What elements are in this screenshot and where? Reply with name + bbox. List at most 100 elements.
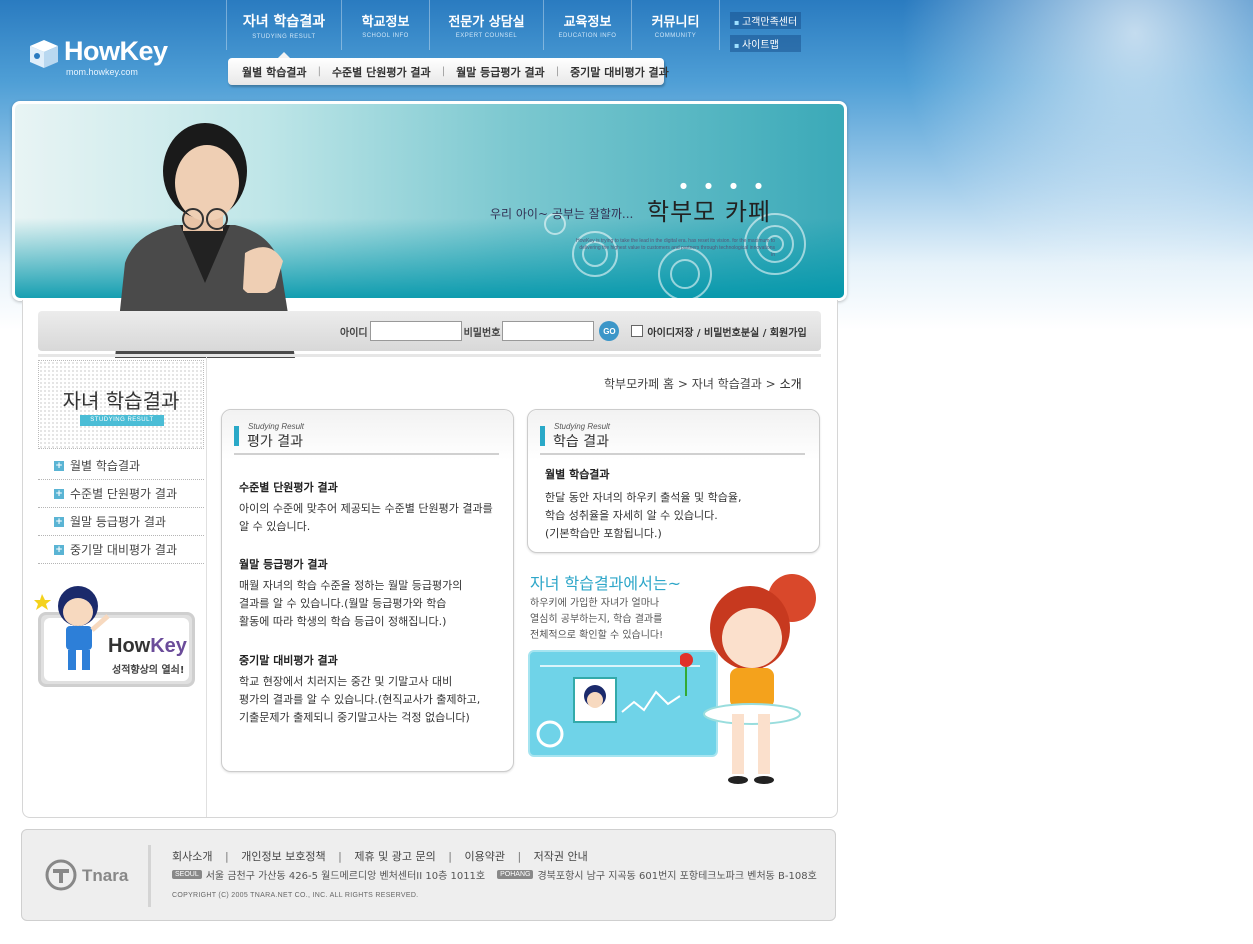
nav-school-info[interactable]: 학교정보 SCHOOL INFO xyxy=(342,0,430,50)
logo-text: HowKey xyxy=(64,36,168,66)
howkey-logo[interactable]: HowKey mom.howkey.com xyxy=(26,36,168,82)
nav-education-info[interactable]: 교육정보 EDUCATION INFO xyxy=(544,0,632,50)
card-accent-bar xyxy=(540,426,545,446)
breadcrumb-separator: > xyxy=(677,377,688,391)
section-body: 학교 현장에서 치러지는 중간 및 기말고사 대비 평가의 결과를 알 수 있습… xyxy=(239,673,480,727)
sidebar-item-grade-result[interactable]: + 월말 등급평가 결과 xyxy=(38,508,204,536)
nav-studying-result[interactable]: 자녀 학습결과 STUDYING RESULT xyxy=(226,0,342,58)
id-label: 아이디 xyxy=(340,327,368,339)
study-result-card: Studying Result 학습 결과 월별 학습결과 한달 동안 자녀의 … xyxy=(527,409,820,553)
footer-link-copyright[interactable]: 저작권 안내 xyxy=(534,850,588,863)
tnara-t-icon xyxy=(45,859,77,891)
footer-separator: | xyxy=(338,850,342,863)
section-body: 한달 동안 자녀의 하우키 출석율 및 학습율, 학습 성취율을 자세히 알 수… xyxy=(545,489,742,543)
sidebar-subtitle: STUDYING RESULT xyxy=(80,415,164,426)
password-input[interactable] xyxy=(502,321,595,341)
nav-label: 커뮤니티 xyxy=(651,15,700,30)
breadcrumb-section[interactable]: 자녀 학습결과 xyxy=(692,377,762,391)
footer: Tnara 회사소개 | 개인정보 보호정책 | 제휴 및 광고 문의 | 이용… xyxy=(21,829,836,921)
promo-line: 전체적으로 확인할 수 있습니다! xyxy=(530,630,664,641)
login-bar: 아이디 비밀번호 GO 아이디저장 / 비밀번호분실 / 회원가입 xyxy=(38,311,821,351)
brand-key: Key xyxy=(150,635,187,657)
banner-title: 학부모 카페 xyxy=(647,198,772,226)
footer-link-terms[interactable]: 이용약관 xyxy=(464,850,504,863)
sidebar-menu: + 월별 학습결과 + 수준별 단원평가 결과 + 월말 등급평가 결과 + 중… xyxy=(38,452,204,564)
body-line: 결과를 알 수 있습니다.(월말 등급평가와 학습 xyxy=(239,597,447,610)
utility-links: 고객만족센터 사이트맵 xyxy=(730,12,802,58)
submenu-monthly-result[interactable]: 월별 학습결과 xyxy=(242,64,307,80)
pohang-tag: POHANG xyxy=(497,870,534,879)
pohang-address: 경북포항시 남구 지곡동 601번지 포항테크노파크 벤처동 B-108호 xyxy=(537,871,817,882)
promo-line: 열심히 공부하는지, 학습 결과를 xyxy=(530,614,663,625)
footer-divider xyxy=(148,845,151,907)
sidebar-item-label: 중기말 대비평가 결과 xyxy=(70,543,177,557)
section-heading: 월말 등급평가 결과 xyxy=(239,558,328,571)
tnara-logo-text: Tnara xyxy=(82,866,129,885)
footer-link-about[interactable]: 회사소개 xyxy=(172,850,212,863)
plus-icon: + xyxy=(54,544,64,555)
nav-community[interactable]: 커뮤니티 COMMUNITY xyxy=(632,0,720,50)
card-en-label: Studying Result xyxy=(554,422,611,431)
breadcrumb-home[interactable]: 학부모카페 홈 xyxy=(604,377,674,391)
sidebar-divider xyxy=(206,357,207,817)
nav-sub-label: STUDYING RESULT xyxy=(252,33,316,40)
banner-tagline: 우리 아이~ 공부는 잘할까... xyxy=(490,207,634,221)
id-input[interactable] xyxy=(369,321,462,341)
sidebar-item-level-unit-result[interactable]: + 수준별 단원평가 결과 xyxy=(38,480,204,508)
sidebar-item-label: 월말 등급평가 결과 xyxy=(70,515,166,529)
promo-text: 하우키에 가입한 자녀가 얼마나 열심히 공부하는지, 학습 결과를 전체적으로… xyxy=(530,596,663,644)
box-logo-icon xyxy=(30,40,58,68)
footer-separator: | xyxy=(448,850,452,863)
breadcrumb-separator: > xyxy=(765,377,776,391)
body-line: 한달 동안 자녀의 하우키 출석율 및 학습율, xyxy=(545,491,742,504)
evaluation-result-card: Studying Result 평가 결과 수준별 단원평가 결과 아이의 수준… xyxy=(221,409,514,772)
nav-label: 자녀 학습결과 xyxy=(242,13,326,30)
brand-how: How xyxy=(108,635,151,657)
section-heading: 월별 학습결과 xyxy=(545,468,610,481)
footer-copyright: COPYRIGHT (C) 2005 TNARA.NET CO., INC. A… xyxy=(172,892,419,899)
footer-link-privacy[interactable]: 개인정보 보호정책 xyxy=(241,850,325,863)
tnara-logo[interactable]: Tnara xyxy=(44,858,154,892)
promo-title: 자녀 학습결과에서는~ xyxy=(530,574,681,593)
submenu-grade-result[interactable]: 월말 등급평가 결과 xyxy=(456,64,545,80)
breadcrumb-current: 소개 xyxy=(779,377,802,391)
sidebar-item-monthly-result[interactable]: + 월별 학습결과 xyxy=(38,452,204,480)
login-links[interactable]: 아이디저장 / 비밀번호분실 / 회원가입 xyxy=(647,324,806,339)
plus-icon: + xyxy=(54,460,64,471)
sitemap-link[interactable]: 사이트맵 xyxy=(730,35,802,52)
card-title: 학습 결과 xyxy=(553,434,609,450)
card-title: 평가 결과 xyxy=(247,434,303,450)
footer-separator: | xyxy=(517,850,522,863)
footer-separator: | xyxy=(224,850,229,863)
section-heading: 중기말 대비평가 결과 xyxy=(239,654,338,667)
side-banner-tagline: 성적향상의 열쇠! xyxy=(112,665,185,676)
nav-expert-counsel[interactable]: 전문가 상담실 EXPERT COUNSEL xyxy=(430,0,544,50)
submenu-midterm-result[interactable]: 중기말 대비평가 결과 xyxy=(570,64,669,80)
save-id-checkbox[interactable] xyxy=(631,325,644,337)
body-line: 학교 현장에서 치러지는 중간 및 기말고사 대비 xyxy=(239,675,453,688)
nav-label: 학교정보 xyxy=(361,15,410,30)
section-heading: 수준별 단원평가 결과 xyxy=(239,481,338,494)
sidebar-item-midterm-result[interactable]: + 중기말 대비평가 결과 xyxy=(38,536,204,564)
breadcrumb: 학부모카페 홈 > 자녀 학습결과 > 소개 xyxy=(604,375,802,392)
seoul-address: 서울 금천구 가산동 426-5 월드메르디앙 벤처센터II 10층 1011호 xyxy=(205,871,486,882)
nav-label: 전문가 상담실 xyxy=(448,15,525,30)
footer-link-partnership[interactable]: 제휴 및 광고 문의 xyxy=(354,850,435,863)
banner-dots: ●●●● xyxy=(680,181,780,190)
nav-sub-label: COMMUNITY xyxy=(654,33,697,39)
body-line: 학습 성취율을 자세히 알 수 있습니다. xyxy=(545,509,718,522)
main-nav: 자녀 학습결과 STUDYING RESULT 학교정보 SCHOOL INFO… xyxy=(226,0,720,58)
header-glow xyxy=(860,0,1253,330)
login-go-button[interactable]: GO xyxy=(599,321,620,341)
side-banner-brand: HowKey xyxy=(108,635,187,658)
boy-mascot-illustration xyxy=(34,586,110,670)
body-line: 활동에 따라 학생의 학습 등급이 정해집니다.) xyxy=(239,615,447,628)
section-body: 아이의 수준에 맞추어 제공되는 수준별 단원평가 결과를 알 수 있습니다. xyxy=(239,500,493,536)
card-en-label: Studying Result xyxy=(248,422,305,431)
plus-icon: + xyxy=(54,488,64,499)
customer-center-link[interactable]: 고객만족센터 xyxy=(730,12,802,29)
submenu-separator: | xyxy=(441,66,446,77)
seoul-tag: SEOUL xyxy=(172,870,202,879)
submenu-level-unit-result[interactable]: 수준별 단원평가 결과 xyxy=(332,64,431,80)
body-line: 기출문제가 출제되니 중기말고사는 걱정 없습니다) xyxy=(239,711,470,724)
